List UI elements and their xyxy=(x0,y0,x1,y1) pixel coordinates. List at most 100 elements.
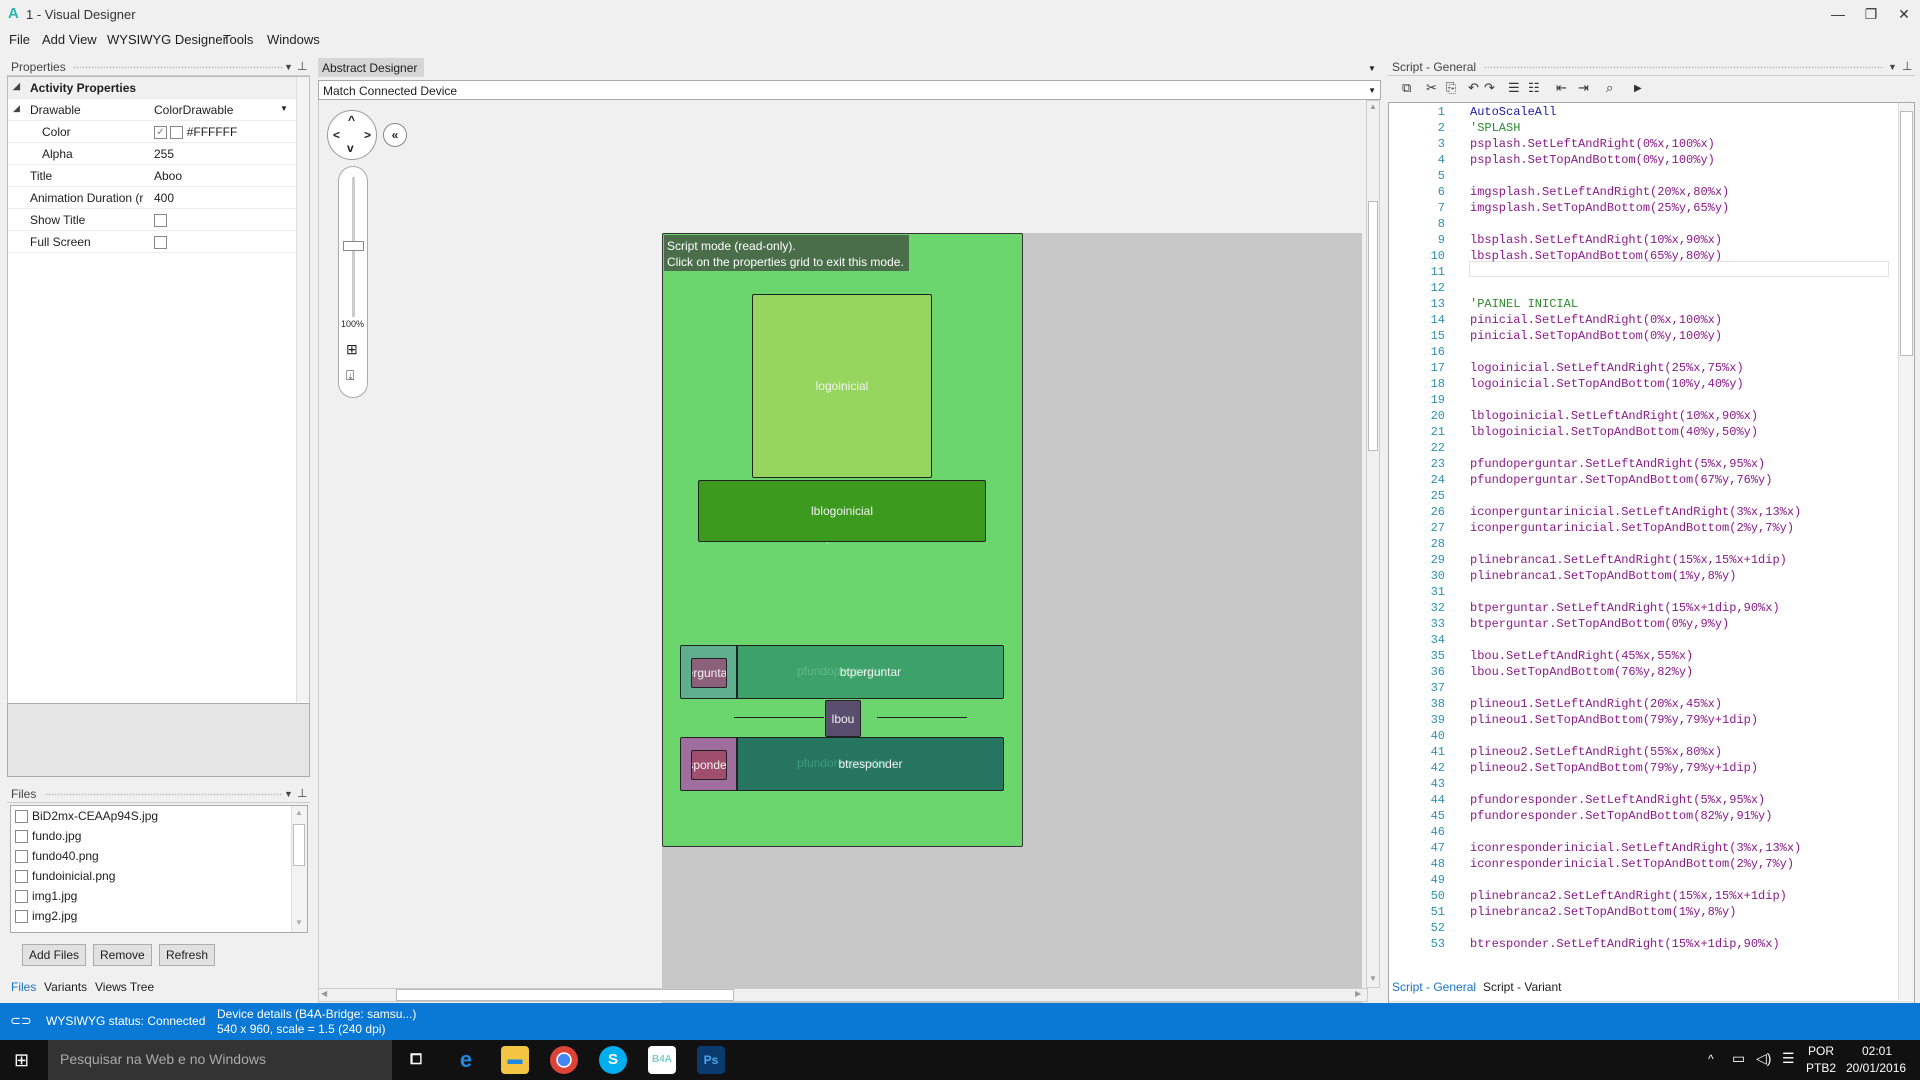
code-line[interactable]: 1 AutoScaleAll xyxy=(1389,105,1899,121)
designer-canvas[interactable]: ^ < > v « 100% ⊞ ⍗ Script mode (read-onl… xyxy=(318,100,1368,1030)
code-line[interactable]: 24 pfundoperguntar.SetTopAndBottom(67%y,7… xyxy=(1389,473,1899,489)
scroll-right-icon[interactable]: ▶ xyxy=(1355,989,1361,998)
pan-control[interactable]: ^ < > v xyxy=(327,110,377,160)
code-line[interactable]: 10 lbsplash.SetTopAndBottom(65%y,80%y) xyxy=(1389,249,1899,265)
code-line[interactable]: 32 btperguntar.SetLeftAndRight(15%x+1dip,… xyxy=(1389,601,1899,617)
file-checkbox[interactable] xyxy=(15,910,28,924)
view-plineou1[interactable] xyxy=(734,717,824,718)
code-line[interactable]: 39 plineou1.SetTopAndBottom(79%y,79%y+1di… xyxy=(1389,713,1899,729)
code-line[interactable]: 5 xyxy=(1389,169,1899,185)
scroll-up-icon[interactable]: ▲ xyxy=(295,808,303,817)
code-line[interactable]: 6 imgsplash.SetLeftAndRight(20%x,80%x) xyxy=(1389,185,1899,201)
volume-icon[interactable]: ◁) xyxy=(1756,1050,1771,1067)
code-line[interactable]: 52 xyxy=(1389,921,1899,937)
code-line[interactable]: 50 plinebranca2.SetLeftAndRight(15%x,15%x… xyxy=(1389,889,1899,905)
device-select[interactable]: Match Connected Device ▼ xyxy=(318,80,1381,100)
code-line[interactable]: 21 lblogoinicial.SetTopAndBottom(40%y,50%… xyxy=(1389,425,1899,441)
dropdown-arrow-icon[interactable]: ▼ xyxy=(1368,64,1376,73)
menu-add-view[interactable]: Add View xyxy=(42,32,97,47)
run-icon[interactable]: ▶ xyxy=(1634,83,1642,94)
view-pfundoperguntar[interactable]: erguntar pfundoperguntar btperguntar xyxy=(680,645,1004,699)
code-line[interactable]: 17 logoinicial.SetLeftAndRight(25%x,75%x) xyxy=(1389,361,1899,377)
code-line[interactable]: 42 plineou2.SetTopAndBottom(79%y,79%y+1di… xyxy=(1389,761,1899,777)
code-line[interactable]: 43 xyxy=(1389,777,1899,793)
close-button[interactable]: ✕ xyxy=(1886,2,1920,26)
color-swatch[interactable] xyxy=(170,126,184,140)
collapse-icon[interactable]: « xyxy=(383,123,407,147)
device-preview[interactable]: Script mode (read-only). Click on the pr… xyxy=(662,233,1023,847)
view-btresponder[interactable]: btresponder xyxy=(737,738,1003,790)
network-icon[interactable]: ▭ xyxy=(1732,1050,1745,1067)
refresh-button[interactable]: Refresh xyxy=(159,944,216,966)
indent-icon[interactable]: ⇥ xyxy=(1578,80,1589,96)
code-line[interactable]: 37 xyxy=(1389,681,1899,697)
photoshop-icon[interactable]: Ps xyxy=(697,1046,725,1074)
scroll-down-icon[interactable]: ▼ xyxy=(1369,974,1377,983)
file-item[interactable]: fundo.jpg xyxy=(11,826,307,846)
code-line[interactable]: 25 xyxy=(1389,489,1899,505)
pan-right-icon[interactable]: > xyxy=(364,128,371,142)
view-plineou2[interactable] xyxy=(877,717,967,718)
redo-icon[interactable]: ↷ xyxy=(1484,80,1495,96)
tab-views-tree[interactable]: Views Tree xyxy=(95,980,154,994)
color-enabled-checkbox[interactable]: ✓ xyxy=(154,126,167,140)
tab-script-variant[interactable]: Script - Variant xyxy=(1483,980,1561,994)
view-lbou[interactable]: lbou xyxy=(825,700,861,737)
chevron-down-icon[interactable]: ▼ xyxy=(1368,86,1376,95)
scroll-thumb[interactable] xyxy=(396,989,734,1001)
tab-script-general[interactable]: Script - General xyxy=(1392,980,1476,994)
drag-grip[interactable] xyxy=(73,66,283,69)
tab-abstract-designer[interactable]: Abstract Designer xyxy=(318,58,424,77)
uncomment-icon[interactable]: ☷ xyxy=(1528,80,1540,96)
file-checkbox[interactable] xyxy=(15,890,28,904)
pan-down-icon[interactable]: v xyxy=(347,141,354,155)
file-checkbox[interactable] xyxy=(15,850,28,864)
search-icon[interactable]: ⌕ xyxy=(1606,80,1613,96)
show-title-checkbox[interactable] xyxy=(154,214,167,228)
designer-horizontal-scrollbar[interactable]: ◀ ▶ xyxy=(318,988,1368,1002)
code-line[interactable]: 4 psplash.SetTopAndBottom(0%y,100%y) xyxy=(1389,153,1899,169)
code-line[interactable]: 40 xyxy=(1389,729,1899,745)
view-lblogoinicial[interactable]: lblogoinicial xyxy=(698,480,986,542)
view-btperguntar[interactable]: btperguntar xyxy=(737,646,1003,698)
language-secondary[interactable]: PTB2 xyxy=(1806,1061,1836,1075)
language-primary[interactable]: POR xyxy=(1808,1044,1834,1058)
code-line[interactable]: 19 xyxy=(1389,393,1899,409)
pin-icon[interactable]: ⊥ xyxy=(297,786,307,800)
menu-wysiwyg-designer[interactable]: WYSIWYG Designer xyxy=(107,32,227,47)
file-explorer-icon[interactable]: ▬ xyxy=(501,1046,529,1074)
prop-drawable[interactable]: ◢ Drawable ColorDrawable ▼ xyxy=(8,99,296,121)
windows-start-icon[interactable]: ⊞ xyxy=(14,1050,29,1071)
pan-left-icon[interactable]: < xyxy=(333,128,340,142)
drag-grip[interactable] xyxy=(1484,66,1884,69)
notifications-icon[interactable]: ☰ xyxy=(1782,1050,1795,1067)
code-line[interactable]: 36 lbou.SetTopAndBottom(76%y,82%y) xyxy=(1389,665,1899,681)
fit-icon[interactable]: ⊞ xyxy=(346,341,358,358)
scroll-thumb[interactable] xyxy=(293,824,305,866)
clock-time[interactable]: 02:01 xyxy=(1862,1044,1892,1058)
files-list[interactable]: BiD2mx-CEAAp94S.jpg fundo.jpg fundo40.pn… xyxy=(10,805,308,933)
file-checkbox[interactable] xyxy=(15,810,28,824)
view-iconperguntarinicial[interactable]: erguntar xyxy=(691,658,727,688)
taskbar-search[interactable]: Pesquisar na Web e no Windows xyxy=(48,1040,392,1080)
cut-icon[interactable]: ✂ xyxy=(1426,80,1437,96)
file-checkbox[interactable] xyxy=(15,870,28,884)
zoom-slider-thumb[interactable] xyxy=(343,241,364,251)
file-item[interactable]: BiD2mx-CEAAp94S.jpg xyxy=(11,806,307,826)
remove-button[interactable]: Remove xyxy=(93,944,152,966)
comment-icon[interactable]: ☰ xyxy=(1508,80,1520,96)
task-view-icon[interactable]: ⧠ xyxy=(402,1046,430,1074)
code-line[interactable]: 41 plineou2.SetLeftAndRight(55%x,80%x) xyxy=(1389,745,1899,761)
view-pfundoresponder[interactable]: sponder pfundoresponder btresponder xyxy=(680,737,1004,791)
code-line[interactable]: 2 'SPLASH xyxy=(1389,121,1899,137)
view-logoinicial[interactable]: logoinicial xyxy=(752,294,932,478)
code-line[interactable]: 27 iconperguntarinicial.SetTopAndBottom(2… xyxy=(1389,521,1899,537)
code-line[interactable]: 20 lblogoinicial.SetLeftAndRight(10%x,90%… xyxy=(1389,409,1899,425)
drag-grip[interactable] xyxy=(45,793,283,796)
add-files-button[interactable]: Add Files xyxy=(22,944,87,966)
file-item[interactable]: fundo40.png xyxy=(11,846,307,866)
code-line[interactable]: 44 pfundoresponder.SetLeftAndRight(5%x,95… xyxy=(1389,793,1899,809)
prop-color[interactable]: Color ✓ #FFFFFF xyxy=(8,121,296,143)
code-line[interactable]: 53 btresponder.SetLeftAndRight(15%x+1dip,… xyxy=(1389,937,1899,953)
code-line[interactable]: 30 plinebranca1.SetTopAndBottom(1%y,8%y) xyxy=(1389,569,1899,585)
